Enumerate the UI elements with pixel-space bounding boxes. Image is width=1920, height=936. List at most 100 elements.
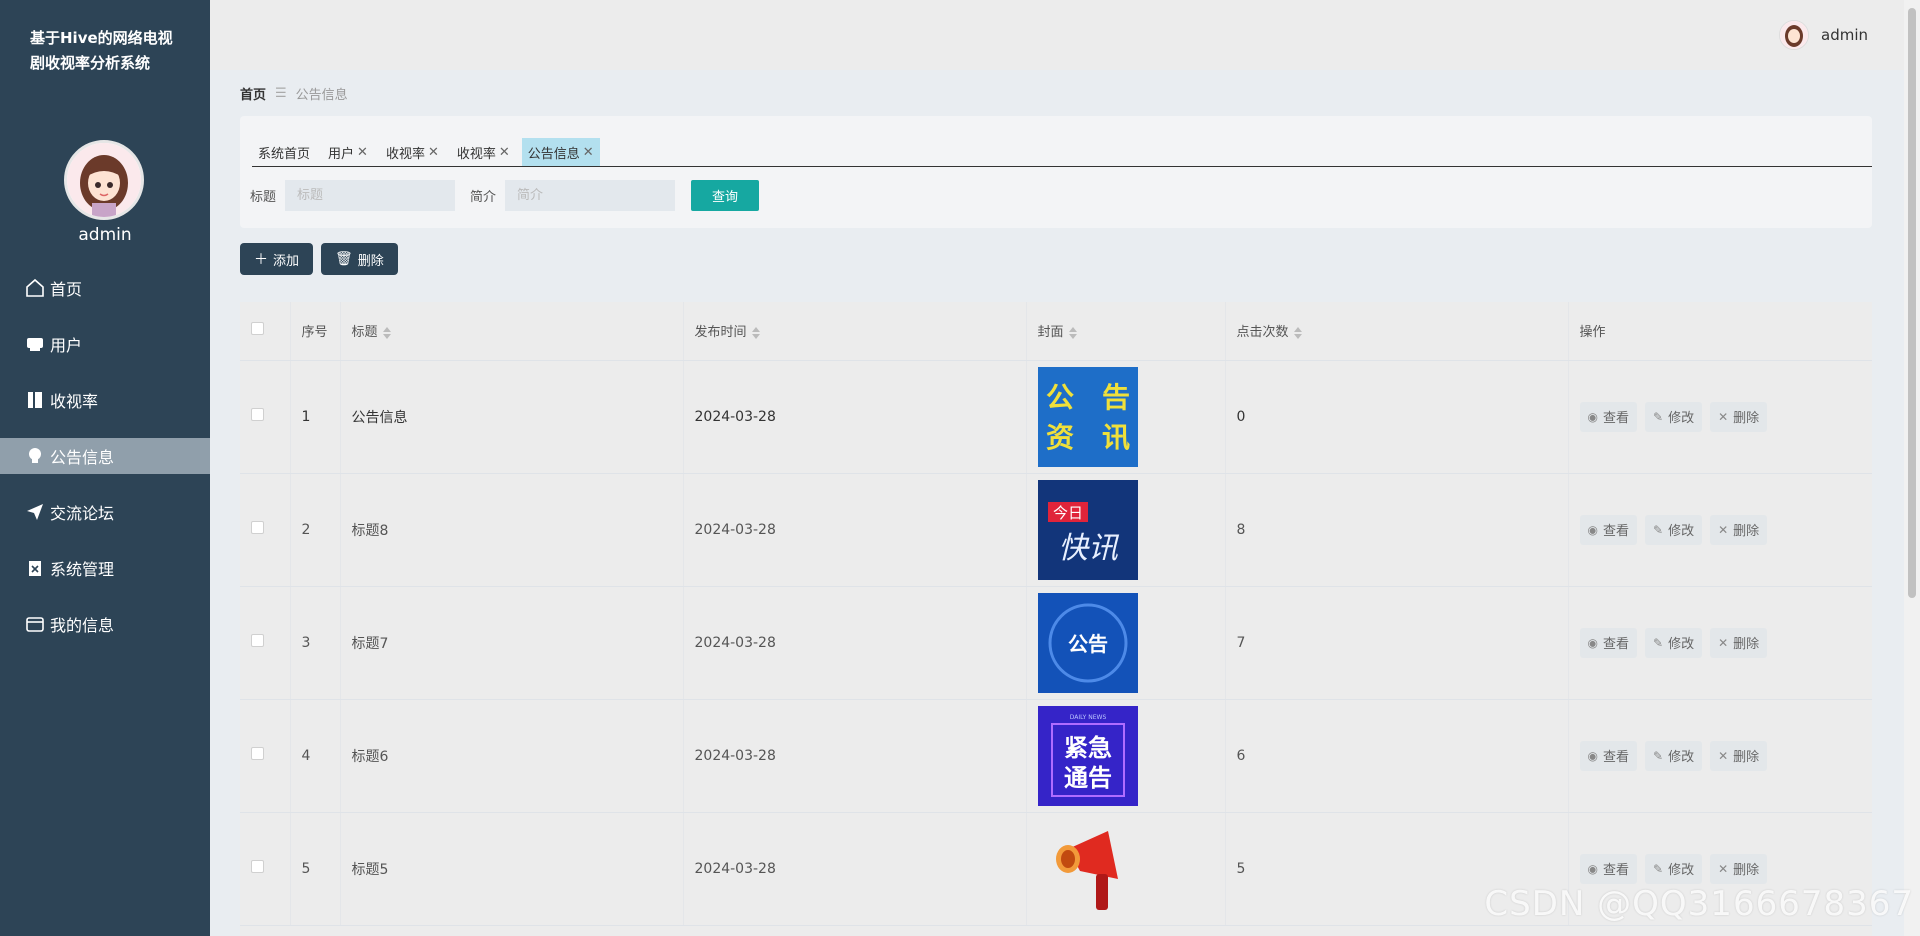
intro-search-input[interactable] bbox=[505, 180, 676, 211]
row-checkbox[interactable] bbox=[251, 747, 264, 760]
table-row: 4 标题6 2024-03-28 DAILY NEWS 紧急 通告 6 ◉ 查看 ✎… bbox=[240, 699, 1872, 813]
cover-image[interactable]: 公告 bbox=[1037, 592, 1138, 693]
intro-search-label: 简介 bbox=[470, 190, 497, 205]
close-icon[interactable]: ✕ bbox=[583, 145, 594, 160]
sort-icon[interactable] bbox=[382, 326, 391, 339]
sidebar-item-label: 首页 bbox=[50, 280, 83, 299]
header-user[interactable]: admin bbox=[1779, 20, 1868, 50]
edit-button[interactable]: ✎ 修改 bbox=[1645, 401, 1703, 432]
batch-delete-button[interactable]: 🗑 删除 bbox=[321, 243, 398, 275]
header-clicks-label: 点击次数 bbox=[1236, 325, 1289, 341]
close-icon[interactable]: ✕ bbox=[428, 145, 439, 160]
edit-icon: ✎ bbox=[1653, 409, 1664, 424]
page-scrollbar[interactable] bbox=[1904, 0, 1920, 936]
delete-button-label: 删除 bbox=[357, 253, 384, 269]
header-publish-time[interactable]: 发布时间 bbox=[683, 302, 1027, 361]
top-bar: admin bbox=[210, 0, 1904, 70]
delete-button[interactable]: ✕ 删除 bbox=[1710, 740, 1768, 771]
table-row: 2 标题8 2024-03-28 今日 快讯 8 ◉ 查看 ✎ 修改 ✕ 删除 bbox=[240, 473, 1872, 587]
close-icon[interactable]: ✕ bbox=[499, 145, 510, 160]
user-card-icon bbox=[25, 334, 45, 354]
add-button[interactable]: ＋ 添加 bbox=[240, 243, 314, 275]
sort-icon[interactable] bbox=[751, 326, 760, 339]
cover-image[interactable]: DAILY NEWS 紧急 通告 bbox=[1037, 705, 1138, 806]
sidebar-avatar bbox=[64, 140, 144, 220]
header-title[interactable]: 标题 bbox=[340, 302, 684, 361]
sidebar-item-profile[interactable]: 我的信息 bbox=[0, 606, 210, 642]
row-checkbox[interactable] bbox=[251, 408, 264, 421]
cover-text: 资 讯 bbox=[1045, 421, 1129, 454]
view-button[interactable]: ◉ 查看 bbox=[1579, 853, 1637, 884]
delete-button[interactable]: ✕ 删除 bbox=[1710, 853, 1768, 884]
system-title: 基于Hive的网络电视剧收视率分析系统 bbox=[30, 29, 173, 72]
sort-icon[interactable] bbox=[1068, 326, 1077, 339]
edit-button[interactable]: ✎ 修改 bbox=[1645, 627, 1703, 658]
select-all-cell bbox=[240, 302, 291, 361]
watermark: CSDN @QQ3166678367 bbox=[1484, 884, 1914, 924]
query-button[interactable]: 查询 bbox=[691, 180, 760, 211]
edit-button[interactable]: ✎ 修改 bbox=[1645, 514, 1703, 545]
sidebar: 基于Hive的网络电视剧收视率分析系统 admin 首页 用户 收视率 公告信息… bbox=[0, 0, 210, 936]
add-button-label: 添加 bbox=[273, 253, 300, 269]
tab-home[interactable]: 系统首页 bbox=[252, 138, 316, 166]
row-checkbox[interactable] bbox=[251, 521, 264, 534]
tab-ratings-2[interactable]: 收视率 ✕ bbox=[451, 138, 516, 166]
view-button[interactable]: ◉ 查看 bbox=[1579, 514, 1637, 545]
tab-users[interactable]: 用户 ✕ bbox=[322, 138, 374, 166]
tab-announcements[interactable]: 公告信息 ✕ bbox=[521, 138, 600, 166]
close-icon: ✕ bbox=[1718, 861, 1729, 876]
cover-image[interactable]: 公 告 资 讯 bbox=[1037, 366, 1138, 467]
delete-button[interactable]: ✕ 删除 bbox=[1710, 627, 1768, 658]
edit-button[interactable]: ✎ 修改 bbox=[1645, 740, 1703, 771]
row-index: 1 bbox=[290, 360, 341, 474]
row-checkbox[interactable] bbox=[251, 860, 264, 873]
row-checkbox[interactable] bbox=[251, 634, 264, 647]
sidebar-item-label: 我的信息 bbox=[50, 616, 115, 635]
view-button[interactable]: ◉ 查看 bbox=[1579, 740, 1637, 771]
title-search-input[interactable] bbox=[285, 180, 456, 211]
view-button[interactable]: ◉ 查看 bbox=[1579, 401, 1637, 432]
scrollbar-thumb[interactable] bbox=[1908, 8, 1916, 598]
delete-button[interactable]: ✕ 删除 bbox=[1710, 514, 1768, 545]
select-all-checkbox[interactable] bbox=[251, 322, 264, 336]
row-clicks: 8 bbox=[1225, 473, 1569, 587]
tab-label: 系统首页 bbox=[258, 146, 311, 162]
close-icon[interactable]: ✕ bbox=[357, 145, 368, 160]
sidebar-item-announcements[interactable]: 公告信息 bbox=[0, 438, 210, 474]
tab-ratings[interactable]: 收视率 ✕ bbox=[380, 138, 445, 166]
sidebar-item-ratings[interactable]: 收视率 bbox=[0, 382, 210, 418]
delete-label: 删除 bbox=[1733, 750, 1760, 765]
row-index: 4 bbox=[290, 699, 341, 813]
delete-button[interactable]: ✕ 删除 bbox=[1710, 401, 1768, 432]
view-button[interactable]: ◉ 查看 bbox=[1579, 627, 1637, 658]
delete-label: 删除 bbox=[1733, 524, 1760, 539]
announcement-table: 序号 标题 发布时间 封面 点击次数 操作 1 公告信息 2024-03-28 … bbox=[240, 302, 1872, 936]
header-clicks[interactable]: 点击次数 bbox=[1225, 302, 1569, 361]
header-cover[interactable]: 封面 bbox=[1026, 302, 1226, 361]
cover-image[interactable]: 今日 快讯 bbox=[1037, 479, 1138, 580]
close-icon: ✕ bbox=[1718, 635, 1729, 650]
table-header-row: 序号 标题 发布时间 封面 点击次数 操作 bbox=[240, 302, 1872, 361]
sidebar-item-home[interactable]: 首页 bbox=[0, 270, 210, 306]
edit-button[interactable]: ✎ 修改 bbox=[1645, 853, 1703, 884]
tab-bar: 系统首页 用户 ✕ 收视率 ✕ 收视率 ✕ 公告信息 ✕ bbox=[252, 138, 1872, 167]
row-clicks: 6 bbox=[1225, 699, 1569, 813]
sidebar-item-system[interactable]: 系统管理 bbox=[0, 550, 210, 586]
breadcrumb-home[interactable]: 首页 bbox=[240, 84, 266, 103]
search-panel: 系统首页 用户✕ 收视率✕ 收视率✕ 公告信息✕ 标题 简介 查询 bbox=[240, 116, 1872, 228]
eye-icon: ◉ bbox=[1587, 635, 1598, 650]
close-icon: ✕ bbox=[1718, 748, 1729, 763]
sort-icon[interactable] bbox=[1293, 326, 1302, 339]
view-label: 查看 bbox=[1602, 863, 1629, 878]
row-index: 2 bbox=[290, 473, 341, 587]
edit-label: 修改 bbox=[1668, 411, 1695, 426]
row-clicks: 7 bbox=[1225, 586, 1569, 700]
cover-text: 通告 bbox=[1064, 764, 1112, 792]
megaphone-image[interactable] bbox=[1037, 818, 1138, 919]
search-form: 标题 简介 查询 bbox=[250, 180, 760, 211]
header-operations: 操作 bbox=[1568, 302, 1872, 361]
sidebar-item-forum[interactable]: 交流论坛 bbox=[0, 494, 210, 530]
row-index: 3 bbox=[290, 586, 341, 700]
sidebar-item-label: 系统管理 bbox=[50, 560, 115, 579]
sidebar-item-users[interactable]: 用户 bbox=[0, 326, 210, 362]
